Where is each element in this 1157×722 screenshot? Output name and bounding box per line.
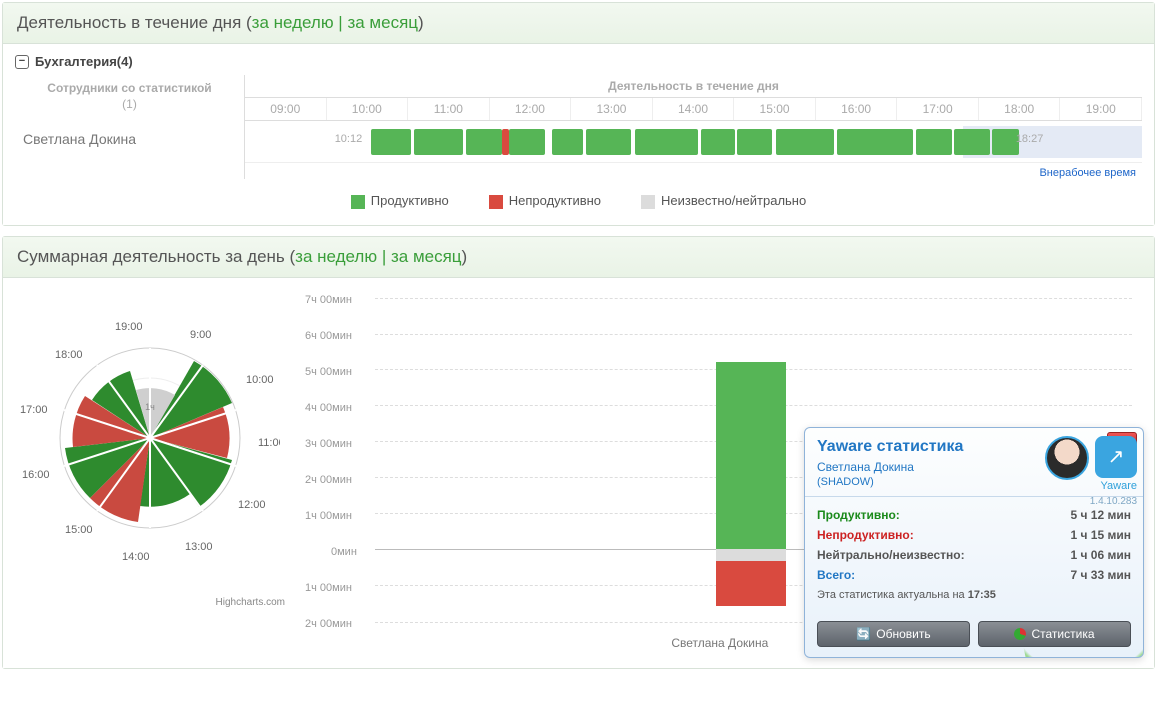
hour-label: 16:00 [816, 98, 898, 120]
refresh-button[interactable]: 🔄Обновить [817, 621, 970, 647]
svg-text:19:00: 19:00 [115, 321, 143, 333]
legend-productive[interactable]: Продуктивно [351, 193, 449, 209]
timeline-title: Деятельность в течение дня [245, 79, 1142, 93]
hour-label: 11:00 [408, 98, 490, 120]
hour-label: 10:00 [327, 98, 409, 120]
link-month[interactable]: за месяц [347, 13, 418, 32]
collapse-icon[interactable]: − [15, 55, 29, 69]
popup-title: Yaware статистика [805, 428, 1143, 460]
outside-hours-block [963, 126, 1142, 158]
segment-productive[interactable] [776, 129, 834, 155]
segment-productive[interactable] [509, 129, 545, 155]
hour-label: 18:00 [979, 98, 1061, 120]
svg-text:13:00: 13:00 [185, 541, 213, 553]
hour-label: 15:00 [734, 98, 816, 120]
segment-productive[interactable] [737, 129, 773, 155]
group-name: Бухгалтерия(4) [35, 54, 133, 69]
legend-neutral[interactable]: Неизвестно/нейтрально [641, 193, 806, 209]
svg-text:9:00: 9:00 [190, 329, 211, 341]
avatar [1045, 436, 1089, 480]
bar-unproductive[interactable] [716, 561, 786, 606]
row-total-label: Всего: [817, 568, 855, 582]
timeline-wrap: Сотрудники со статистикой (1) Светлана Д… [15, 75, 1142, 179]
row-productive-label: Продуктивно: [817, 508, 900, 522]
link-week[interactable]: за неделю [252, 13, 334, 32]
sep: | [334, 13, 348, 32]
row-unproductive-value: 1 ч 15 мин [1071, 528, 1132, 542]
row-neutral-label: Нейтрально/неизвестно: [817, 548, 965, 562]
svg-text:15:00: 15:00 [65, 524, 93, 536]
radial-chart[interactable]: 1ч 9:00 10:00 11:00 12:00 13:00 14:00 15… [15, 288, 285, 652]
summary-panel: Суммарная деятельность за день (за недел… [2, 236, 1155, 669]
timeline-hours: 09:00 10:00 11:00 12:00 13:00 14:00 15:0… [245, 97, 1142, 121]
timeline-right: Деятельность в течение дня 09:00 10:00 1… [245, 75, 1142, 179]
panel1-header: Деятельность в течение дня (за неделю | … [3, 3, 1154, 44]
bar-productive[interactable] [716, 362, 786, 549]
bar-x-label: Светлана Докина [640, 636, 800, 650]
start-time: 10:12 [335, 133, 363, 145]
svg-text:11:00: 11:00 [258, 437, 280, 449]
employees-count: (1) [15, 97, 244, 117]
polar-chart-svg: 1ч 9:00 10:00 11:00 12:00 13:00 14:00 15… [20, 288, 280, 588]
svg-text:12:00: 12:00 [238, 499, 266, 511]
segment-productive[interactable] [701, 129, 735, 155]
yaware-logo-icon[interactable]: ↗ [1095, 436, 1137, 478]
hour-label: 09:00 [245, 98, 327, 120]
refresh-icon: 🔄 [856, 627, 871, 641]
timeline-left: Сотрудники со статистикой (1) Светлана Д… [15, 75, 245, 179]
outside-hours-link[interactable]: Внерабочее время [1039, 167, 1136, 179]
hour-label: 12:00 [490, 98, 572, 120]
swatch-productive [351, 195, 365, 209]
group-row: − Бухгалтерия(4) [15, 54, 1142, 69]
hour-label: 17:00 [897, 98, 979, 120]
popup-host: (SHADOW) [805, 476, 1143, 496]
link-month-2[interactable]: за месяц [391, 247, 462, 266]
highcharts-credit[interactable]: Highcharts.com [15, 597, 285, 608]
legend: Продуктивно Непродуктивно Неизвестно/ней… [15, 193, 1142, 209]
segment-productive[interactable] [916, 129, 952, 155]
svg-text:10:00: 10:00 [246, 374, 274, 386]
panel1-title-suffix: ) [418, 13, 424, 32]
popup-user: Светлана Докина [805, 460, 1143, 476]
yaware-version: 1.4.10.283 [1090, 496, 1137, 507]
bar-neutral[interactable] [716, 549, 786, 560]
employee-name[interactable]: Светлана Докина [15, 117, 244, 161]
segment-productive[interactable] [466, 129, 502, 155]
segment-productive[interactable] [414, 129, 463, 155]
hour-label: 19:00 [1060, 98, 1142, 120]
end-time: 18:27 [1016, 133, 1044, 145]
legend-unproductive[interactable]: Непродуктивно [489, 193, 601, 209]
svg-text:14:00: 14:00 [122, 551, 150, 563]
daily-activity-panel: Деятельность в течение дня (за неделю | … [2, 2, 1155, 226]
outside-hours-note: Внерабочее время [245, 163, 1142, 179]
segment-productive[interactable] [371, 129, 411, 155]
segment-unproductive[interactable] [502, 129, 509, 155]
row-productive-value: 5 ч 12 мин [1071, 508, 1132, 522]
panel2-title-prefix: Суммарная деятельность за день ( [17, 247, 295, 266]
yaware-stats-popup: ✕ ↗ Yaware 1.4.10.283 Yaware статистика … [804, 427, 1144, 658]
panel1-body: − Бухгалтерия(4) Сотрудники со статистик… [3, 44, 1154, 225]
hour-label: 13:00 [571, 98, 653, 120]
panel2-header: Суммарная деятельность за день (за недел… [3, 237, 1154, 278]
segment-productive[interactable] [635, 129, 698, 155]
svg-text:1ч: 1ч [145, 402, 155, 412]
panel1-title-prefix: Деятельность в течение дня ( [17, 13, 252, 32]
segment-productive[interactable] [837, 129, 913, 155]
link-week-2[interactable]: за неделю [295, 247, 377, 266]
employees-header: Сотрудники со статистикой [15, 75, 244, 97]
segment-productive[interactable] [552, 129, 583, 155]
timeline-row[interactable]: 10:12 18:27 [245, 121, 1142, 163]
swatch-unproductive [489, 195, 503, 209]
hour-label: 14:00 [653, 98, 735, 120]
segment-productive[interactable] [954, 129, 990, 155]
swatch-neutral [641, 195, 655, 209]
yaware-brand: Yaware [1101, 480, 1137, 492]
segment-productive[interactable] [586, 129, 631, 155]
svg-text:17:00: 17:00 [20, 404, 48, 416]
svg-text:16:00: 16:00 [22, 469, 50, 481]
row-unproductive-label: Непродуктивно: [817, 528, 914, 542]
svg-text:18:00: 18:00 [55, 349, 83, 361]
